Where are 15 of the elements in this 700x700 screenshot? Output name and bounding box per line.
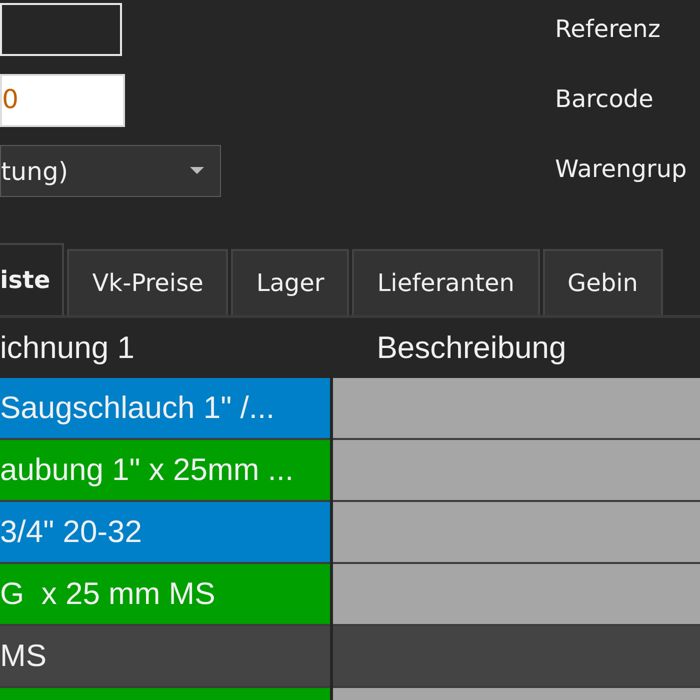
field-label: Barcode	[555, 84, 654, 115]
tab[interactable]: Lager	[231, 249, 350, 315]
table-cell[interactable]: 3/4" 20-32	[0, 502, 330, 564]
input-field[interactable]: 0	[0, 74, 125, 127]
field-label: Referenz	[555, 14, 662, 45]
input-field[interactable]	[0, 3, 122, 56]
tab[interactable]: Vk-Preise	[67, 249, 228, 315]
dropdown-arrow-icon	[190, 167, 204, 175]
dropdown-field[interactable]: tung)	[0, 145, 221, 197]
tab[interactable]: iste	[0, 243, 64, 315]
tab[interactable]: Lieferanten	[352, 249, 540, 315]
table-cell[interactable]: MS	[0, 626, 330, 688]
table-cell[interactable]: Saugschlauch 1" /...	[0, 378, 330, 440]
tab[interactable]: Gebin	[542, 249, 663, 315]
field-label: Warengrup	[555, 154, 687, 185]
